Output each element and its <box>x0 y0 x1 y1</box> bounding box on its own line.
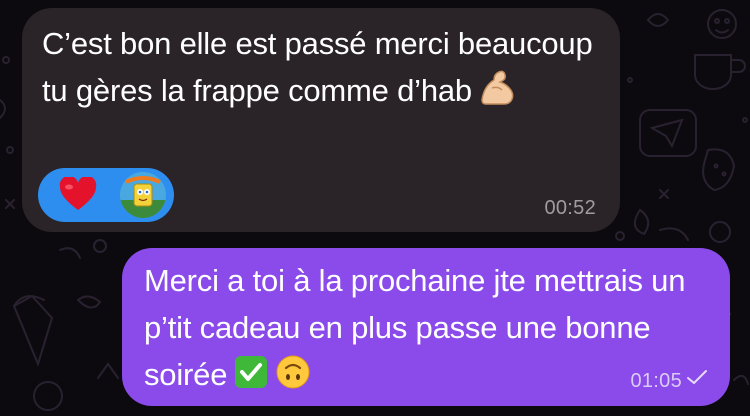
message-timestamp: 01:05 <box>630 370 682 392</box>
message-timestamp: 00:52 <box>544 197 596 219</box>
check-mark-button-emoji-icon <box>233 354 269 403</box>
flexed-biceps-emoji-icon <box>478 70 516 119</box>
reactions-pill[interactable] <box>38 168 174 222</box>
upside-down-face-emoji-icon <box>275 354 311 403</box>
wallpaper-cup-icon <box>694 54 732 90</box>
reactor-avatar[interactable] <box>120 172 166 218</box>
wallpaper-face-icon <box>707 9 737 39</box>
heart-reaction-icon[interactable] <box>58 175 98 218</box>
incoming-message-bubble[interactable]: C’est bon elle est passé merci beaucoup … <box>22 8 620 232</box>
wallpaper-plane-icon <box>639 109 697 157</box>
outgoing-message-bubble[interactable]: Merci a toi à la prochaine jte mettrais … <box>122 248 730 406</box>
incoming-message-text: C’est bon elle est passé merci beaucoup … <box>42 20 612 119</box>
wallpaper-icecream-icon <box>12 294 54 367</box>
sent-check-icon <box>686 369 708 390</box>
wallpaper-strawberry-icon <box>702 148 736 192</box>
